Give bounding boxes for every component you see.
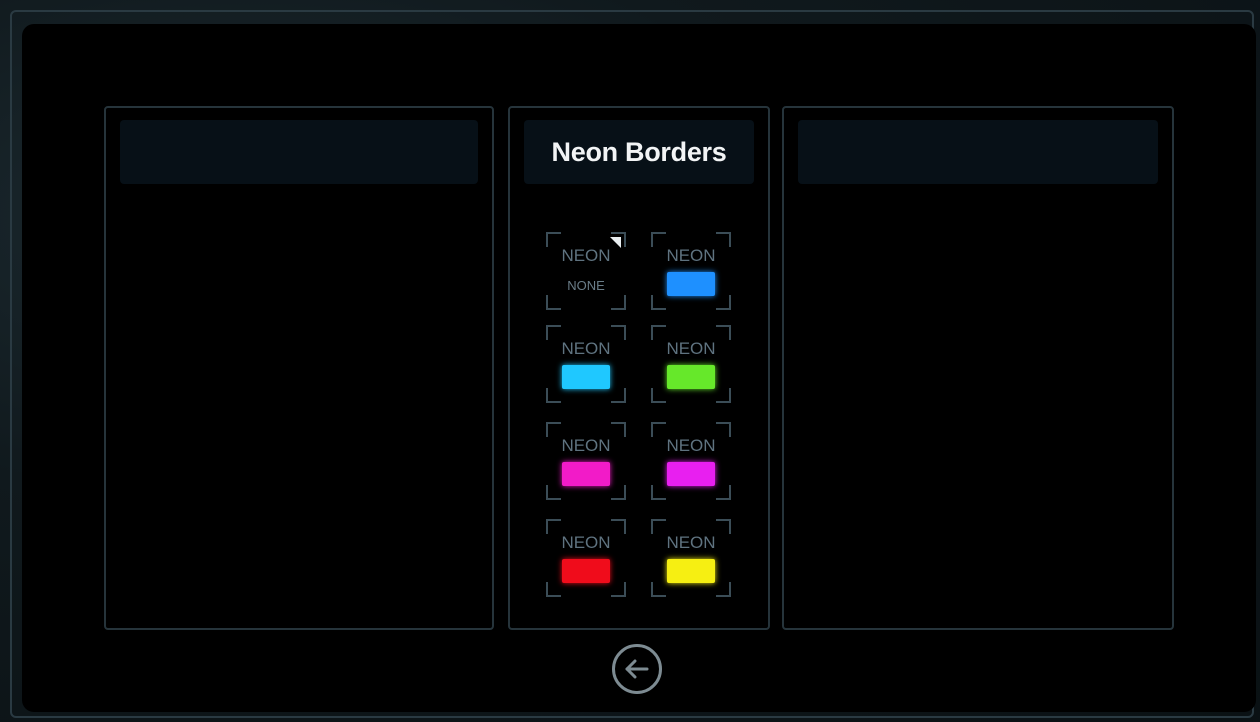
customization-modal: Neon Borders NEON NONE NEON NEON NEON NEON NEO…	[22, 24, 1256, 712]
neon-label: NEON	[666, 339, 716, 358]
tile-corner-bracket	[611, 519, 626, 534]
neon-color-swatch	[562, 559, 610, 583]
tile-corner-bracket	[716, 582, 731, 597]
tile-corner-bracket	[546, 388, 561, 403]
tile-corner-bracket	[716, 325, 731, 340]
tile-corner-bracket	[716, 295, 731, 310]
neon-color-swatch	[562, 365, 610, 389]
neon-option-tile[interactable]: NEON	[546, 422, 626, 500]
neon-color-swatch	[562, 462, 610, 486]
arrow-left-circle-icon	[625, 659, 649, 679]
tile-corner-bracket	[651, 388, 666, 403]
neon-color-swatch	[667, 559, 715, 583]
tile-corner-bracket	[546, 422, 561, 437]
tile-corner-bracket	[611, 295, 626, 310]
none-option-text: NONE	[567, 278, 605, 293]
tile-corner-bracket	[546, 485, 561, 500]
tile-corner-bracket	[546, 582, 561, 597]
tile-corner-bracket	[611, 422, 626, 437]
tile-corner-bracket	[651, 422, 666, 437]
tile-corner-bracket	[546, 232, 561, 247]
panel-title: Neon Borders	[524, 120, 754, 184]
tile-corner-bracket	[546, 325, 561, 340]
tile-corner-bracket	[716, 485, 731, 500]
neon-option-tile[interactable]: NEON	[651, 519, 731, 597]
right-panel	[782, 106, 1174, 630]
tile-corner-bracket	[611, 582, 626, 597]
tile-corner-bracket	[716, 422, 731, 437]
selected-corner-icon	[610, 237, 621, 248]
tile-corner-bracket	[716, 388, 731, 403]
neon-option-tile[interactable]: NEON	[546, 325, 626, 403]
neon-label: NEON	[666, 246, 716, 265]
neon-color-swatch	[667, 365, 715, 389]
neon-label: NEON	[561, 533, 611, 552]
neon-option-tile[interactable]: NEON	[651, 422, 731, 500]
left-panel-header	[120, 120, 478, 184]
neon-color-swatch	[667, 272, 715, 296]
neon-label: NEON	[561, 436, 611, 455]
tile-corner-bracket	[651, 232, 666, 247]
tile-corner-bracket	[716, 519, 731, 534]
neon-option-tile[interactable]: NEON	[651, 232, 731, 310]
right-panel-header	[798, 120, 1158, 184]
neon-borders-panel: Neon Borders NEON NONE NEON NEON NEON NEON NEO…	[508, 106, 770, 630]
tile-corner-bracket	[651, 325, 666, 340]
tile-corner-bracket	[611, 485, 626, 500]
tile-corner-bracket	[716, 232, 731, 247]
neon-label: NEON	[561, 339, 611, 358]
neon-option-tile[interactable]: NEON NONE	[546, 232, 626, 310]
neon-color-swatch	[667, 462, 715, 486]
back-button[interactable]	[612, 644, 662, 694]
tile-corner-bracket	[651, 582, 666, 597]
neon-option-tile[interactable]: NEON	[546, 519, 626, 597]
tile-corner-bracket	[611, 325, 626, 340]
left-panel	[104, 106, 494, 630]
neon-label: NEON	[666, 436, 716, 455]
tile-corner-bracket	[546, 295, 561, 310]
tile-corner-bracket	[651, 519, 666, 534]
tile-corner-bracket	[611, 388, 626, 403]
tile-corner-bracket	[651, 295, 666, 310]
neon-label: NEON	[561, 246, 611, 265]
tile-corner-bracket	[546, 519, 561, 534]
tile-corner-bracket	[651, 485, 666, 500]
neon-option-tile[interactable]: NEON	[651, 325, 731, 403]
screen-background: Neon Borders NEON NONE NEON NEON NEON NEON NEO…	[0, 0, 1260, 722]
neon-label: NEON	[666, 533, 716, 552]
